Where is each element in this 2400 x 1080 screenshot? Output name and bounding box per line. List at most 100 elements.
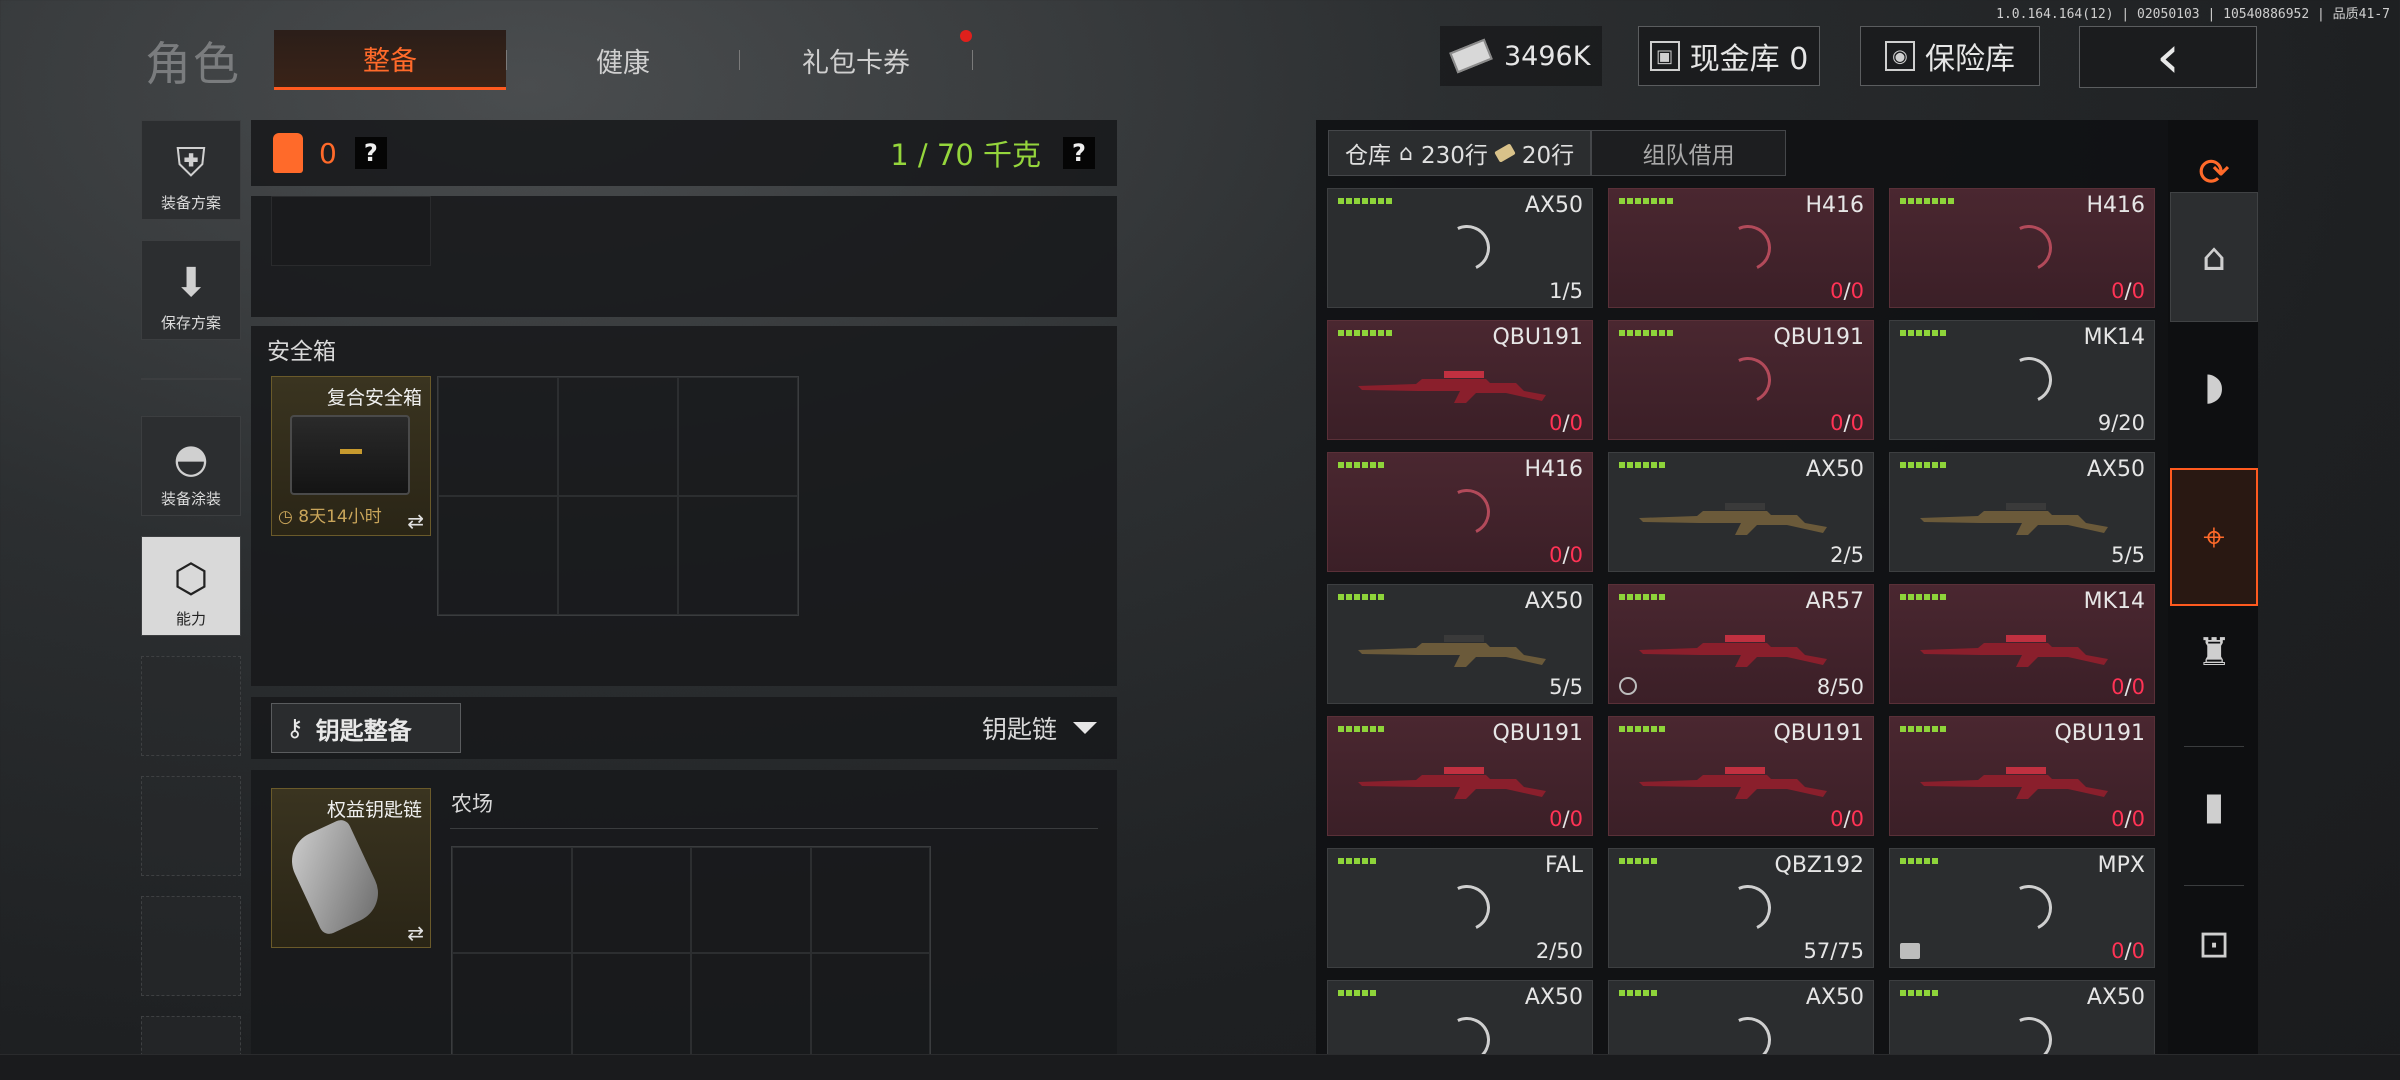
key-loadout-button[interactable]: ⚷ 钥匙整备 — [271, 703, 461, 753]
grid-slot[interactable] — [452, 953, 572, 1059]
rarity-dot — [1916, 198, 1922, 204]
grid-slot[interactable] — [571, 847, 691, 953]
right-nav-button[interactable]: ♜ — [2170, 608, 2258, 696]
grid-slot[interactable] — [810, 847, 930, 953]
cash-icon — [1449, 38, 1493, 74]
warehouse-item[interactable]: QBU191 0/0 — [1327, 320, 1593, 440]
grid-slot[interactable] — [558, 496, 678, 615]
grid-slot[interactable] — [558, 377, 678, 496]
side-nav-save-plan[interactable]: ⬇ 保存方案 — [141, 240, 241, 340]
grid-slot[interactable] — [438, 496, 558, 615]
warehouse-item[interactable]: FAL 2/50 — [1327, 848, 1593, 968]
side-nav-ability[interactable]: ⬡ 能力 — [141, 536, 241, 636]
warehouse-item[interactable]: AR57 8/50 — [1608, 584, 1874, 704]
rarity-dot — [1651, 198, 1657, 204]
row-count: 230行 — [1420, 143, 1488, 169]
rarity-dot — [1354, 858, 1360, 864]
keychain-item[interactable]: 权益钥匙链 ⇄ — [271, 788, 431, 948]
ammo-count: 0/0 — [2111, 675, 2145, 699]
rarity-dot — [1635, 330, 1641, 336]
ammo-count: 0/0 — [1830, 807, 1864, 831]
grid-slot[interactable] — [678, 496, 798, 615]
warehouse-item[interactable]: AX50 5/5 — [1889, 452, 2155, 572]
ammo-current: 2 — [1830, 543, 1844, 567]
item-name: 复合安全箱 — [326, 387, 422, 409]
warehouse-item[interactable]: MK14 9/20 — [1889, 320, 2155, 440]
warehouse-item[interactable]: QBU191 0/0 — [1608, 320, 1874, 440]
rarity-dot — [1940, 726, 1946, 732]
safe-box-item[interactable]: 复合安全箱 ◷ 8天14小时 ⇄ — [271, 376, 431, 536]
warehouse-item[interactable]: MPX 0/0 — [1889, 848, 2155, 968]
tab-warehouse[interactable]: 仓库 ⌂ 230行 20行 — [1328, 130, 1592, 176]
warehouse-item[interactable]: QBZ192 57/75 — [1608, 848, 1874, 968]
section-label: 安全箱 — [267, 339, 336, 365]
rarity-dot — [1900, 858, 1906, 864]
back-button[interactable]: ‹ — [2079, 22, 2257, 92]
rarity-dot — [1916, 726, 1922, 732]
grid-slot[interactable] — [810, 953, 930, 1059]
tab-health[interactable]: 健康 — [507, 30, 739, 90]
right-nav-button[interactable]: ⊡ — [2170, 900, 2258, 988]
vest-slot[interactable] — [271, 196, 431, 266]
tab-loadout[interactable]: 整备 — [274, 30, 506, 90]
grid-slot[interactable] — [691, 847, 811, 953]
swap-icon[interactable]: ⇄ — [407, 921, 424, 945]
help-icon[interactable]: ? — [354, 137, 387, 169]
box-icon — [1900, 943, 1920, 959]
swap-icon[interactable]: ⇄ — [407, 509, 424, 533]
cash-vault-button[interactable]: ▣ 现金库 0 — [1638, 26, 1820, 86]
ammo-separator: / — [2124, 543, 2132, 567]
warehouse-item[interactable]: QBU191 0/0 — [1608, 716, 1874, 836]
rarity-dot — [1924, 726, 1930, 732]
key-toolbar: ⚷ 钥匙整备 钥匙链 — [251, 697, 1117, 759]
ammo-separator: / — [2124, 279, 2132, 303]
rarity-dot — [1635, 858, 1641, 864]
tab-team-borrow[interactable]: 组队借用 — [1591, 130, 1787, 176]
ammo-count: 1/5 — [1549, 279, 1583, 303]
rarity-dot — [1643, 594, 1649, 600]
warehouse-item[interactable]: QBU191 0/0 — [1889, 716, 2155, 836]
warehouse-item[interactable]: H416 0/0 — [1608, 188, 1874, 308]
tab-gift-coupons[interactable]: 礼包卡券 — [740, 30, 972, 90]
warehouse-item[interactable]: MK14 0/0 — [1889, 584, 2155, 704]
keychain-dropdown[interactable]: 钥匙链 — [982, 710, 1097, 746]
help-icon[interactable]: ? — [1063, 137, 1095, 169]
rarity-dot — [1932, 594, 1938, 600]
rarity-dot — [1338, 198, 1344, 204]
ammo-count: 5/5 — [2111, 543, 2145, 567]
grid-slot[interactable] — [571, 953, 691, 1059]
rarity-dot — [1354, 990, 1360, 996]
grid-slot[interactable] — [691, 953, 811, 1059]
warehouse-item[interactable]: H416 0/0 — [1327, 452, 1593, 572]
grid-slot[interactable] — [438, 377, 558, 496]
rarity-dots — [1619, 858, 1657, 864]
weapon-name: H416 — [1805, 193, 1864, 218]
ammo-count: 0/0 — [1830, 411, 1864, 435]
ammo-count: 5/5 — [1549, 675, 1583, 699]
grid-slot[interactable] — [452, 847, 572, 953]
right-nav-button[interactable]: ▮ — [2170, 762, 2258, 850]
vault-button[interactable]: ◉ 保险库 — [1860, 26, 2040, 86]
right-nav-button[interactable]: ⌖ — [2170, 468, 2258, 606]
warehouse-item[interactable]: H416 0/0 — [1889, 188, 2155, 308]
right-nav-button[interactable]: ◗ — [2170, 342, 2258, 430]
weapon-icon — [1639, 503, 1827, 535]
side-nav-skins[interactable]: ◓ 装备涂装 — [141, 416, 241, 516]
warehouse-item[interactable]: AX50 2/5 — [1608, 452, 1874, 572]
warehouse-item[interactable]: QBU191 0/0 — [1327, 716, 1593, 836]
rarity-dot — [1627, 330, 1633, 336]
weapon-icon — [1358, 635, 1546, 667]
ammo-count: 0/0 — [1549, 807, 1583, 831]
side-nav-loadout-plan[interactable]: ⛨ 装备方案 — [141, 120, 241, 220]
weapon-name: AR57 — [1805, 589, 1864, 614]
keychain-image — [282, 816, 388, 938]
rarity-dot — [1908, 462, 1914, 468]
rarity-dots — [1619, 726, 1665, 732]
warehouse-item[interactable]: AX50 1/5 — [1327, 188, 1593, 308]
rarity-dot — [1932, 726, 1938, 732]
ammo-max: 50 — [1556, 939, 1583, 963]
grid-slot[interactable] — [678, 377, 798, 496]
ammo-separator: / — [1562, 279, 1570, 303]
right-nav-button[interactable]: ⌂ — [2170, 192, 2258, 322]
warehouse-item[interactable]: AX50 5/5 — [1327, 584, 1593, 704]
